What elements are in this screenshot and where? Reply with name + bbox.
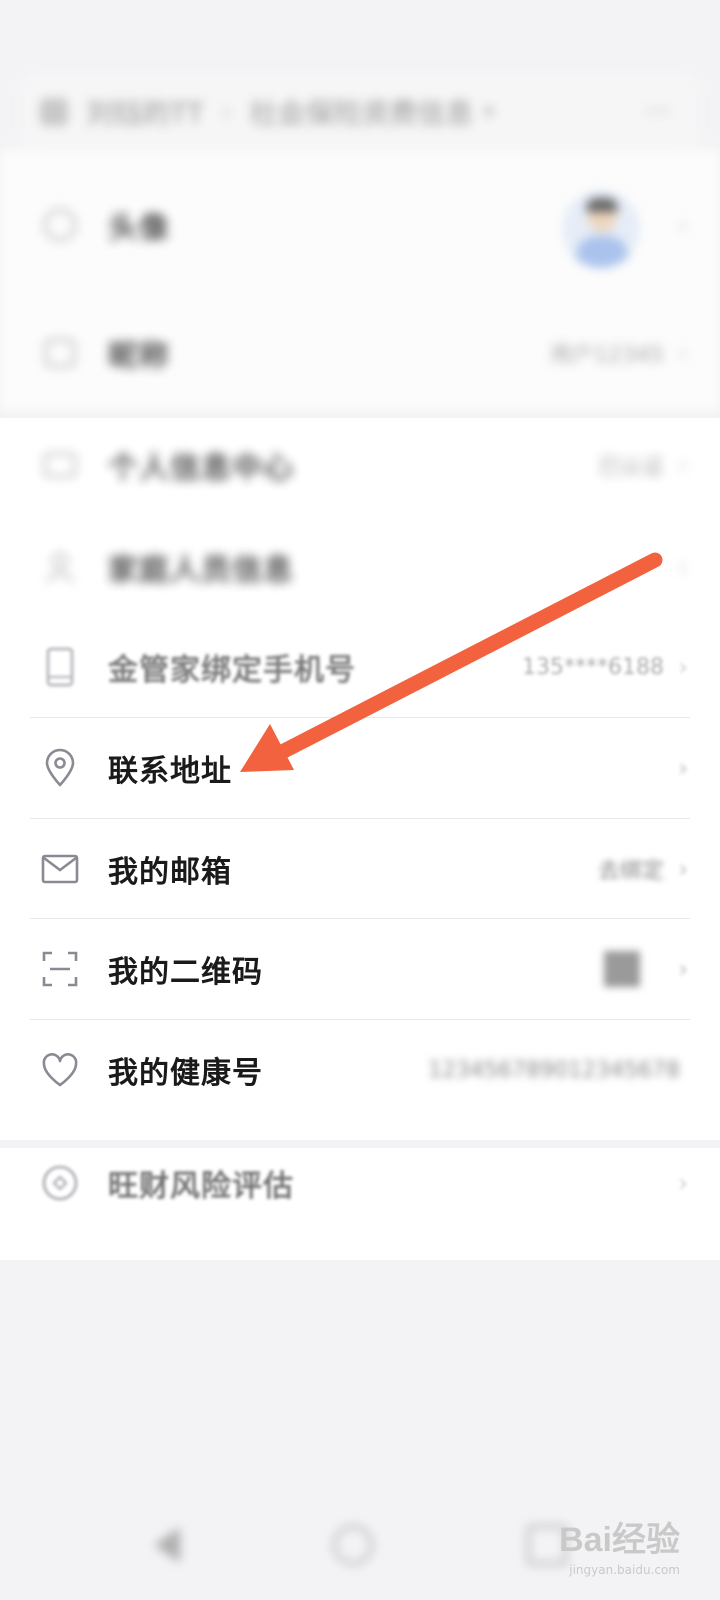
watermark-url: jingyan.baidu.com <box>569 1563 680 1577</box>
row-nickname[interactable]: 昵称 用户12345 › <box>0 303 720 403</box>
chevron-right-icon: › <box>678 1169 688 1197</box>
row-value: 去绑定 <box>597 859 664 884</box>
row-label: 我的二维码 <box>108 955 263 990</box>
chevron-right-icon: › <box>678 855 688 883</box>
row-label: 家庭人员信息 <box>108 553 294 588</box>
location-pin-icon <box>40 748 80 788</box>
chevron-down-icon: ▾ <box>483 99 495 125</box>
row-value: 135****6188 <box>522 654 664 680</box>
chevron-right-icon: › <box>678 451 688 479</box>
chevron-right-icon: › <box>678 653 688 681</box>
qr-code-thumbnail[interactable] <box>604 951 640 987</box>
target-icon <box>40 1163 80 1203</box>
breadcrumb-second[interactable]: 社会保险资费信息 <box>249 92 473 132</box>
row-phone-binding[interactable]: 金管家绑定手机号 135****6188 › <box>0 617 720 717</box>
profile-settings-page: 刘钰的TT › 社会保险资费信息 ▾ ··· 头像 › 昵称 用户12345 › <box>0 0 720 1600</box>
row-my-email[interactable]: 我的邮箱 去绑定 › <box>0 819 720 919</box>
breadcrumb-first[interactable]: 刘钰的TT <box>86 92 204 132</box>
row-my-qrcode[interactable]: 我的二维码 › <box>0 919 720 1019</box>
row-personal-info[interactable]: 个人信息中心 已认证 › <box>0 415 720 515</box>
more-icon[interactable]: ··· <box>645 97 670 127</box>
row-family[interactable]: 家庭人员信息 › <box>0 517 720 617</box>
person-icon <box>40 547 80 587</box>
chevron-right-icon: › <box>678 553 688 581</box>
row-value: 123456789012345678 <box>428 1057 680 1083</box>
row-label: 我的邮箱 <box>108 855 232 890</box>
row-label: 昵称 <box>108 339 170 374</box>
profile-card-icon <box>40 445 80 485</box>
face-icon <box>40 205 80 245</box>
row-contact-address[interactable]: 联系地址 › <box>0 718 720 818</box>
scan-icon <box>40 949 80 989</box>
row-my-health[interactable]: 我的健康号 123456789012345678 <box>0 1020 720 1120</box>
home-icon[interactable] <box>333 1525 373 1565</box>
row-label: 头像 <box>108 211 170 246</box>
heart-icon <box>40 1050 80 1090</box>
row-value: 已认证 <box>597 455 664 480</box>
breadcrumb-separator: › <box>221 98 232 126</box>
row-label: 我的健康号 <box>108 1056 263 1091</box>
row-label: 联系地址 <box>108 754 232 789</box>
row-label: 金管家绑定手机号 <box>108 653 356 688</box>
avatar[interactable] <box>562 190 640 268</box>
building-icon <box>40 98 68 126</box>
phone-icon <box>40 647 80 687</box>
account-header-bar[interactable]: 刘钰的TT › 社会保险资费信息 ▾ ··· <box>20 72 700 152</box>
chevron-right-icon: › <box>678 211 688 239</box>
row-value: 用户12345 <box>550 343 664 368</box>
id-card-icon <box>40 333 80 373</box>
row-risk-assessment[interactable]: 旺财风险评估 › <box>0 1133 720 1233</box>
back-icon[interactable] <box>153 1527 180 1563</box>
row-label: 个人信息中心 <box>108 451 294 486</box>
watermark: Bai经验 jingyan.baidu.com <box>559 1512 680 1577</box>
mail-icon <box>40 849 80 889</box>
watermark-brand: Bai经验 <box>559 1521 680 1559</box>
chevron-right-icon: › <box>678 955 688 983</box>
row-label: 旺财风险评估 <box>108 1169 294 1204</box>
chevron-right-icon: › <box>678 339 688 367</box>
chevron-right-icon: › <box>678 754 688 782</box>
